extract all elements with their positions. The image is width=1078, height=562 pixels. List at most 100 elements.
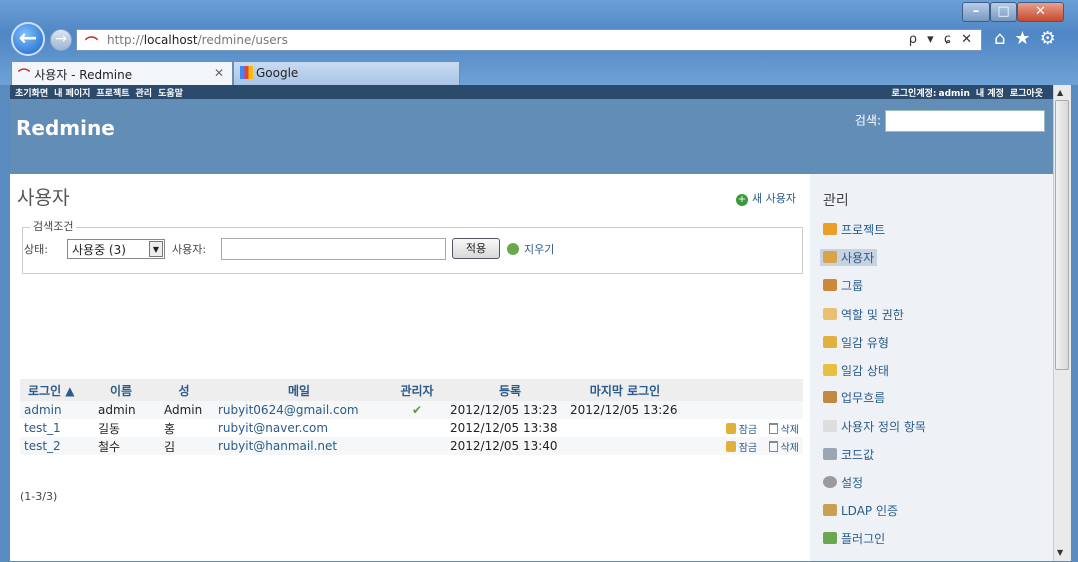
sidebar-item-users[interactable]: 사용자 bbox=[820, 249, 878, 266]
site-title: Redmine bbox=[16, 116, 115, 140]
scrollbar-thumb[interactable] bbox=[1055, 100, 1069, 370]
lock-link[interactable]: 잠금 bbox=[725, 422, 757, 436]
quick-search: 검색: bbox=[855, 110, 1045, 132]
projects-icon bbox=[823, 223, 837, 235]
cell-created: 2012/12/05 13:23 bbox=[450, 403, 558, 417]
user-mail-link[interactable]: rubyit@naver.com bbox=[218, 421, 328, 435]
lock-link[interactable]: 잠금 bbox=[725, 440, 757, 454]
pagination: (1-3/3) bbox=[20, 490, 58, 503]
maximize-button[interactable]: □ bbox=[990, 2, 1017, 22]
tab-google[interactable]: Google bbox=[233, 61, 460, 85]
header: Redmine 검색: bbox=[10, 99, 1053, 174]
address-tools-icon[interactable]: ρ ▾ ɕ ✕ bbox=[909, 32, 975, 47]
col-admin[interactable]: 관리자 bbox=[384, 379, 450, 401]
user-login-link[interactable]: test_2 bbox=[24, 439, 61, 453]
col-created[interactable]: 등록 bbox=[450, 379, 570, 401]
tab-label: Google bbox=[256, 66, 299, 80]
gear-icon bbox=[823, 476, 837, 488]
apply-button[interactable]: 적용 bbox=[452, 238, 500, 259]
main-area: 사용자 + 새 사용자 검색조건 상태: 사용중 (3) ▼ 사용자: 적용 지우기… bbox=[10, 174, 810, 561]
menu-my-page[interactable]: 내 페이지 bbox=[54, 89, 90, 99]
col-last-login[interactable]: 마지막 로그인 bbox=[570, 379, 680, 401]
logged-in-label: 로그인계정: bbox=[891, 89, 937, 99]
user-mail-link[interactable]: rubyit0624@gmail.com bbox=[218, 403, 359, 417]
cell-lastname: Admin bbox=[164, 403, 203, 417]
role-icon bbox=[823, 308, 837, 320]
status-icon bbox=[823, 364, 837, 376]
user-icon bbox=[823, 251, 837, 263]
list-icon bbox=[823, 448, 837, 460]
new-user-label: 새 사용자 bbox=[752, 192, 796, 205]
users-table: 로그인 ▲ 이름 성 메일 관리자 등록 마지막 로그인 admin admin… bbox=[20, 379, 803, 455]
ldap-icon bbox=[823, 504, 837, 516]
col-firstname[interactable]: 이름 bbox=[88, 379, 154, 401]
table-row: admin admin Admin rubyit0624@gmail.com ✔… bbox=[20, 401, 803, 419]
url-text: http://localhost/redmine/users bbox=[107, 33, 288, 47]
sidebar-title: 관리 bbox=[823, 193, 849, 209]
close-tab-icon[interactable]: ✕ bbox=[214, 66, 224, 80]
left-frame bbox=[0, 85, 10, 562]
sidebar-item-roles[interactable]: 역할 및 권한 bbox=[823, 306, 904, 323]
col-lastname[interactable]: 성 bbox=[154, 379, 214, 401]
user-login-link[interactable]: test_1 bbox=[24, 421, 61, 435]
sidebar-item-custom-fields[interactable]: 사용자 정의 항목 bbox=[823, 418, 926, 435]
add-icon: + bbox=[736, 194, 748, 206]
forward-icon[interactable]: → bbox=[50, 29, 72, 51]
reload-icon bbox=[507, 243, 519, 255]
sidebar-item-plugins[interactable]: 플러그인 bbox=[823, 530, 885, 547]
table-header: 로그인 ▲ 이름 성 메일 관리자 등록 마지막 로그인 bbox=[20, 379, 803, 401]
new-user-link[interactable]: + 새 사용자 bbox=[736, 190, 796, 206]
cell-firstname: 길동 bbox=[98, 421, 121, 436]
sidebar-item-settings[interactable]: 설정 bbox=[823, 474, 863, 491]
menu-home[interactable]: 초기화면 bbox=[15, 89, 48, 99]
col-mail[interactable]: 메일 bbox=[214, 379, 384, 401]
cell-last-login: 2012/12/05 13:26 bbox=[570, 403, 678, 417]
sidebar-item-trackers[interactable]: 일감 유형 bbox=[823, 334, 889, 351]
clear-link[interactable]: 지우기 bbox=[507, 241, 554, 257]
sidebar-item-workflows[interactable]: 업무흐름 bbox=[823, 389, 885, 406]
home-favorites-settings-icons[interactable]: ⌂★⚙ bbox=[994, 28, 1065, 49]
google-icon bbox=[240, 66, 253, 79]
workflow-icon bbox=[823, 391, 837, 403]
back-icon[interactable]: ← bbox=[11, 22, 45, 56]
search-input[interactable] bbox=[885, 110, 1045, 132]
user-mail-link[interactable]: rubyit@hanmail.net bbox=[218, 439, 337, 453]
status-label: 상태: bbox=[24, 243, 48, 256]
menu-my-account[interactable]: 내 계정 bbox=[976, 89, 1004, 99]
lock-icon bbox=[725, 422, 736, 434]
sidebar-item-enumerations[interactable]: 코드값 bbox=[823, 446, 874, 463]
menu-projects[interactable]: 프로젝트 bbox=[96, 89, 129, 99]
col-actions bbox=[680, 379, 803, 401]
sidebar-item-projects[interactable]: 프로젝트 bbox=[823, 221, 885, 238]
delete-link[interactable]: 삭제 bbox=[768, 440, 799, 454]
lock-icon bbox=[725, 440, 736, 452]
group-icon bbox=[823, 279, 837, 291]
minimize-button[interactable]: – bbox=[962, 2, 990, 22]
close-button[interactable]: ✕ bbox=[1017, 2, 1064, 22]
sidebar-item-ldap[interactable]: LDAP 인증 bbox=[823, 502, 898, 519]
status-select-value: 사용중 (3) bbox=[72, 243, 126, 257]
user-filter-input[interactable] bbox=[221, 238, 446, 260]
col-login[interactable]: 로그인 ▲ bbox=[20, 379, 88, 401]
browser-window: – □ ✕ ← → ⌒ http://localhost/redmine/use… bbox=[0, 0, 1078, 562]
user-label: 사용자: bbox=[172, 243, 207, 256]
logged-in-user[interactable]: admin bbox=[939, 89, 970, 99]
user-login-link[interactable]: admin bbox=[24, 403, 62, 417]
scroll-down-icon[interactable]: ▼ bbox=[1057, 548, 1063, 557]
address-bar[interactable]: ⌒ http://localhost/redmine/users ρ ▾ ɕ ✕ bbox=[76, 29, 982, 52]
sidebar-item-issue-statuses[interactable]: 일감 상태 bbox=[823, 362, 889, 379]
menu-help[interactable]: 도움말 bbox=[158, 89, 183, 99]
tab-redmine[interactable]: ⌒ 사용자 - Redmine ✕ bbox=[11, 61, 233, 85]
clear-label: 지우기 bbox=[524, 243, 555, 256]
menu-admin[interactable]: 관리 bbox=[136, 89, 153, 99]
cell-firstname: admin bbox=[98, 403, 136, 417]
sidebar-item-groups[interactable]: 그룹 bbox=[823, 277, 863, 294]
scroll-up-icon[interactable]: ▲ bbox=[1057, 88, 1063, 97]
cell-created: 2012/12/05 13:40 bbox=[450, 439, 558, 453]
menu-logout[interactable]: 로그아웃 bbox=[1010, 89, 1043, 99]
status-select[interactable]: 사용중 (3) ▼ bbox=[67, 239, 165, 259]
cell-lastname: 김 bbox=[164, 439, 176, 454]
cell-actions bbox=[680, 401, 803, 419]
delete-link[interactable]: 삭제 bbox=[768, 422, 799, 436]
chevron-down-icon[interactable]: ▼ bbox=[149, 241, 163, 257]
